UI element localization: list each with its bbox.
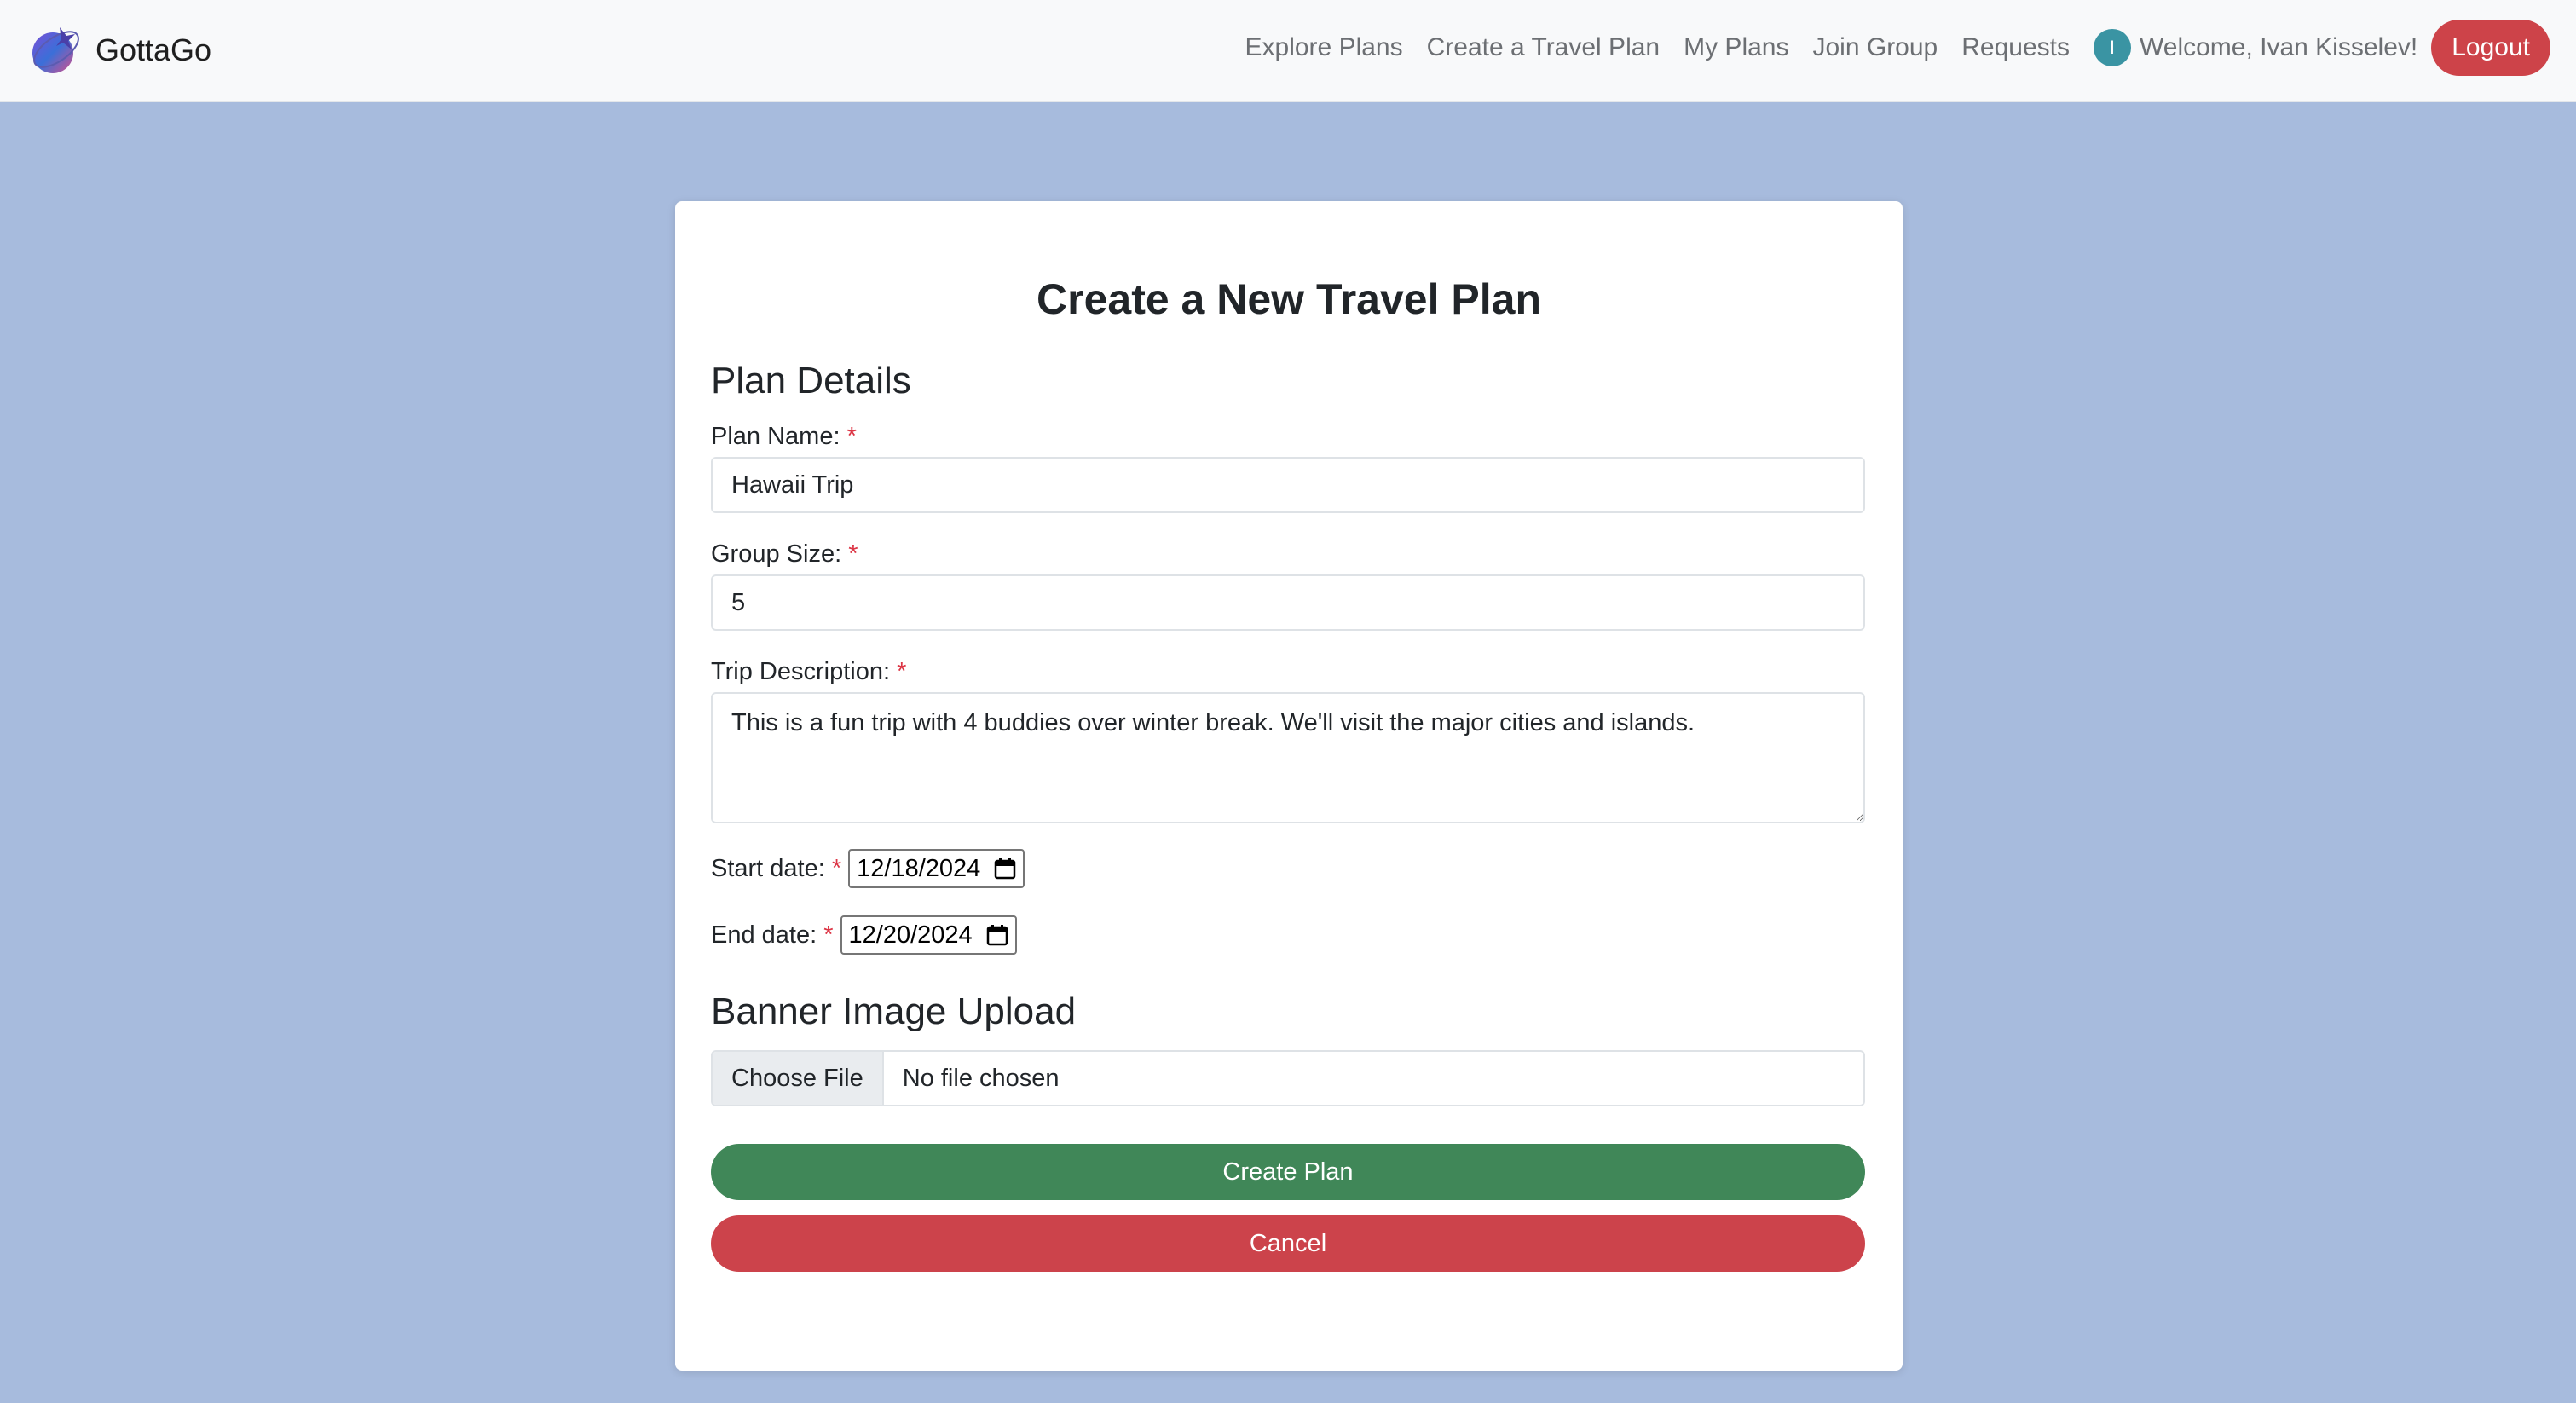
plan-name-input[interactable] (711, 457, 1865, 513)
start-date-label: Start date: * (711, 855, 841, 883)
trip-description-textarea[interactable]: This is a fun trip with 4 buddies over w… (711, 692, 1865, 823)
page-title: Create a New Travel Plan (1037, 275, 1541, 323)
nav-my-plans[interactable]: My Plans (1684, 33, 1788, 62)
required-mark: * (848, 540, 858, 568)
nav-links: Explore Plans Create a Travel Plan My Pl… (1245, 19, 2550, 77)
start-date-row: Start date: * 12/18/2024 (711, 849, 1025, 888)
required-mark: * (831, 854, 842, 882)
section-plan-details: Plan Details (711, 360, 911, 401)
plan-name-label: Plan Name: * (711, 423, 857, 451)
nav-requests[interactable]: Requests (1961, 33, 2070, 62)
welcome-text: Welcome, Ivan Kisselev! (2139, 33, 2418, 61)
file-status-text: No file chosen (902, 1064, 1060, 1092)
trip-description-label-text: Trip Description: (711, 658, 891, 685)
end-date-label: End date: * (711, 921, 834, 950)
avatar[interactable]: I (2093, 29, 2131, 66)
group-size-label: Group Size: * (711, 540, 858, 569)
brand-link[interactable]: GottaGo (27, 22, 211, 78)
start-date-input[interactable]: 12/18/2024 (848, 849, 1025, 888)
required-mark: * (897, 658, 907, 685)
create-plan-card: Create a New Travel Plan Plan Details Pl… (675, 201, 1903, 1371)
end-date-value: 12/20/2024 (848, 921, 973, 949)
section-banner-upload: Banner Image Upload (711, 990, 1077, 1032)
group-size-input[interactable] (711, 574, 1865, 631)
end-date-input[interactable]: 12/20/2024 (840, 915, 1017, 955)
banner-file-input[interactable]: Choose File No file chosen (711, 1050, 1865, 1106)
calendar-icon[interactable] (986, 924, 1008, 946)
required-mark: * (823, 921, 834, 949)
end-date-label-text: End date: (711, 921, 817, 949)
calendar-icon[interactable] (994, 857, 1016, 880)
group-size-label-text: Group Size: (711, 540, 842, 568)
plan-name-label-text: Plan Name: (711, 423, 840, 450)
start-date-value: 12/18/2024 (857, 854, 981, 882)
start-date-label-text: Start date: (711, 854, 825, 882)
create-plan-button[interactable]: Create Plan (711, 1144, 1865, 1200)
globe-plane-logo-icon (32, 27, 79, 73)
brand-name: GottaGo (95, 32, 212, 67)
cancel-button[interactable]: Cancel (711, 1215, 1865, 1272)
end-date-row: End date: * 12/20/2024 (711, 915, 1017, 955)
nav-join-group[interactable]: Join Group (1812, 33, 1938, 62)
choose-file-button[interactable]: Choose File (713, 1052, 884, 1105)
nav-explore-plans[interactable]: Explore Plans (1245, 33, 1403, 62)
top-navbar: GottaGo Explore Plans Create a Travel Pl… (0, 0, 2576, 102)
required-mark: * (846, 423, 857, 450)
trip-description-label: Trip Description: * (711, 658, 906, 686)
logout-button[interactable]: Logout (2431, 20, 2550, 76)
nav-create-travel-plan[interactable]: Create a Travel Plan (1427, 33, 1660, 62)
